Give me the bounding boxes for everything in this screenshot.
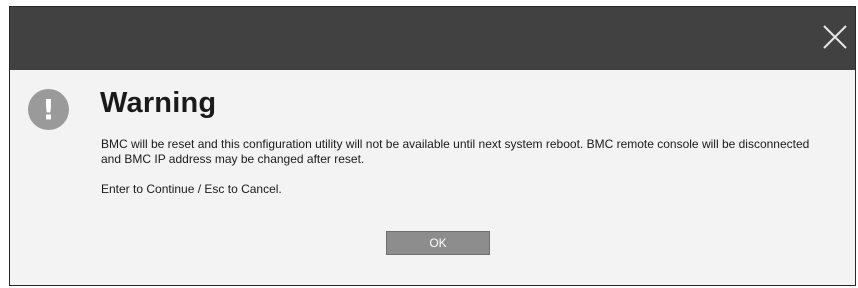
dialog-prompt: Enter to Continue / Esc to Cancel. [101, 182, 282, 196]
warning-exclamation-icon: ! [28, 89, 69, 130]
ok-button[interactable]: OK [386, 231, 490, 255]
dialog-titlebar [10, 7, 855, 70]
close-button[interactable] [819, 21, 851, 53]
warning-dialog: ! Warning BMC will be reset and this con… [9, 6, 856, 286]
dialog-title: Warning [100, 87, 217, 119]
dialog-message: BMC will be reset and this configuration… [101, 137, 810, 166]
close-icon [823, 25, 847, 49]
